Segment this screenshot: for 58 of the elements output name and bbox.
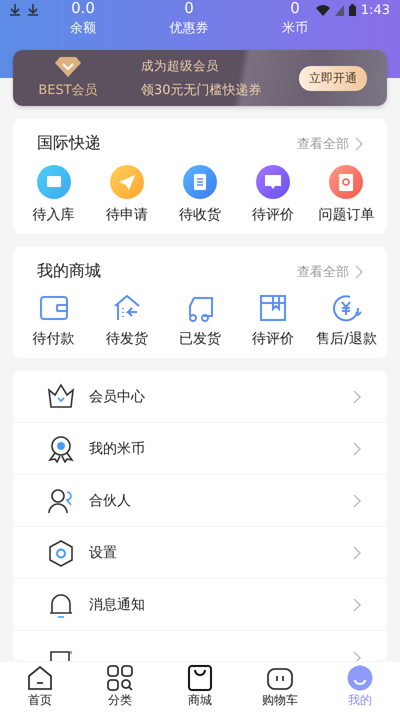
menu-item[interactable]: 设置 xyxy=(13,527,387,579)
paper-plane-icon xyxy=(108,164,145,200)
status-time: 1:43 xyxy=(360,2,390,18)
shortcut-item[interactable]: 问题订单 xyxy=(310,164,384,224)
nav-tab[interactable]: 首页 xyxy=(0,662,80,712)
chevron-icon xyxy=(353,390,361,404)
shopping-bag-icon xyxy=(187,665,213,691)
stat-label: 优惠券 xyxy=(170,20,208,37)
shortcut-item[interactable]: 待发货 xyxy=(90,292,164,348)
shortcut-item[interactable]: 待付款 xyxy=(17,292,90,348)
nav-tab[interactable]: 商城 xyxy=(160,662,240,712)
grid-icon xyxy=(107,665,133,691)
stat-value: 0 xyxy=(184,0,194,16)
shortcut-item[interactable]: 待申请 xyxy=(90,164,164,224)
menu-item[interactable]: 我的米币 xyxy=(13,423,387,475)
menu-item[interactable]: 合伙人 xyxy=(13,475,387,527)
wifi-icon xyxy=(316,4,330,16)
hexagon-icon xyxy=(47,538,75,566)
document-icon xyxy=(47,649,75,661)
diamond-icon xyxy=(55,57,81,77)
stat-label: 米币 xyxy=(282,20,308,37)
clipboard-icon xyxy=(182,164,218,200)
section-title: 我的商城 xyxy=(37,261,101,282)
chevron-icon xyxy=(353,598,361,612)
badge-label: BEST会员 xyxy=(38,82,98,99)
download-icon xyxy=(10,4,20,16)
stat-label: 余额 xyxy=(70,20,96,37)
shortcut-item[interactable]: 待入库 xyxy=(17,164,90,224)
chevron-icon xyxy=(353,651,361,661)
nav-tab[interactable]: 购物车 xyxy=(240,662,320,712)
banner-subtitle: 领30元无门槛快递券 xyxy=(141,82,263,98)
shortcut-item[interactable]: 售后/退款 xyxy=(310,292,384,348)
chevron-icon xyxy=(353,546,361,560)
stat-value: 0 xyxy=(290,0,300,16)
shortcut-item[interactable]: 待评价 xyxy=(236,164,310,224)
menu-item[interactable]: 会员中心 xyxy=(13,371,387,423)
crown-icon xyxy=(47,382,75,410)
home-icon xyxy=(27,665,53,691)
open-button[interactable]: 立即开通 xyxy=(299,66,367,90)
section-title: 国际快递 xyxy=(37,133,101,154)
download-icon xyxy=(28,4,38,16)
chevron-icon xyxy=(353,494,361,508)
shortcut-item[interactable]: 待评价 xyxy=(236,292,310,348)
nav-tab[interactable]: 分类 xyxy=(80,662,160,712)
smile-icon xyxy=(347,665,373,691)
chat-bubble-icon xyxy=(255,164,292,200)
chat-face-icon xyxy=(267,665,293,691)
shortcut-item[interactable]: 已发货 xyxy=(163,292,237,348)
signal-icon xyxy=(334,4,344,16)
chevron-icon xyxy=(355,136,363,150)
stat-value: 0.0 xyxy=(71,0,95,16)
battery-icon xyxy=(348,4,356,16)
menu-item[interactable]: 消息通知 xyxy=(13,579,387,631)
shortcut-item[interactable]: 待收货 xyxy=(163,164,237,224)
medal-icon xyxy=(47,434,75,462)
banner-title: 成为超级会员 xyxy=(141,58,220,74)
chevron-icon xyxy=(353,442,361,456)
chevron-icon xyxy=(355,264,363,278)
